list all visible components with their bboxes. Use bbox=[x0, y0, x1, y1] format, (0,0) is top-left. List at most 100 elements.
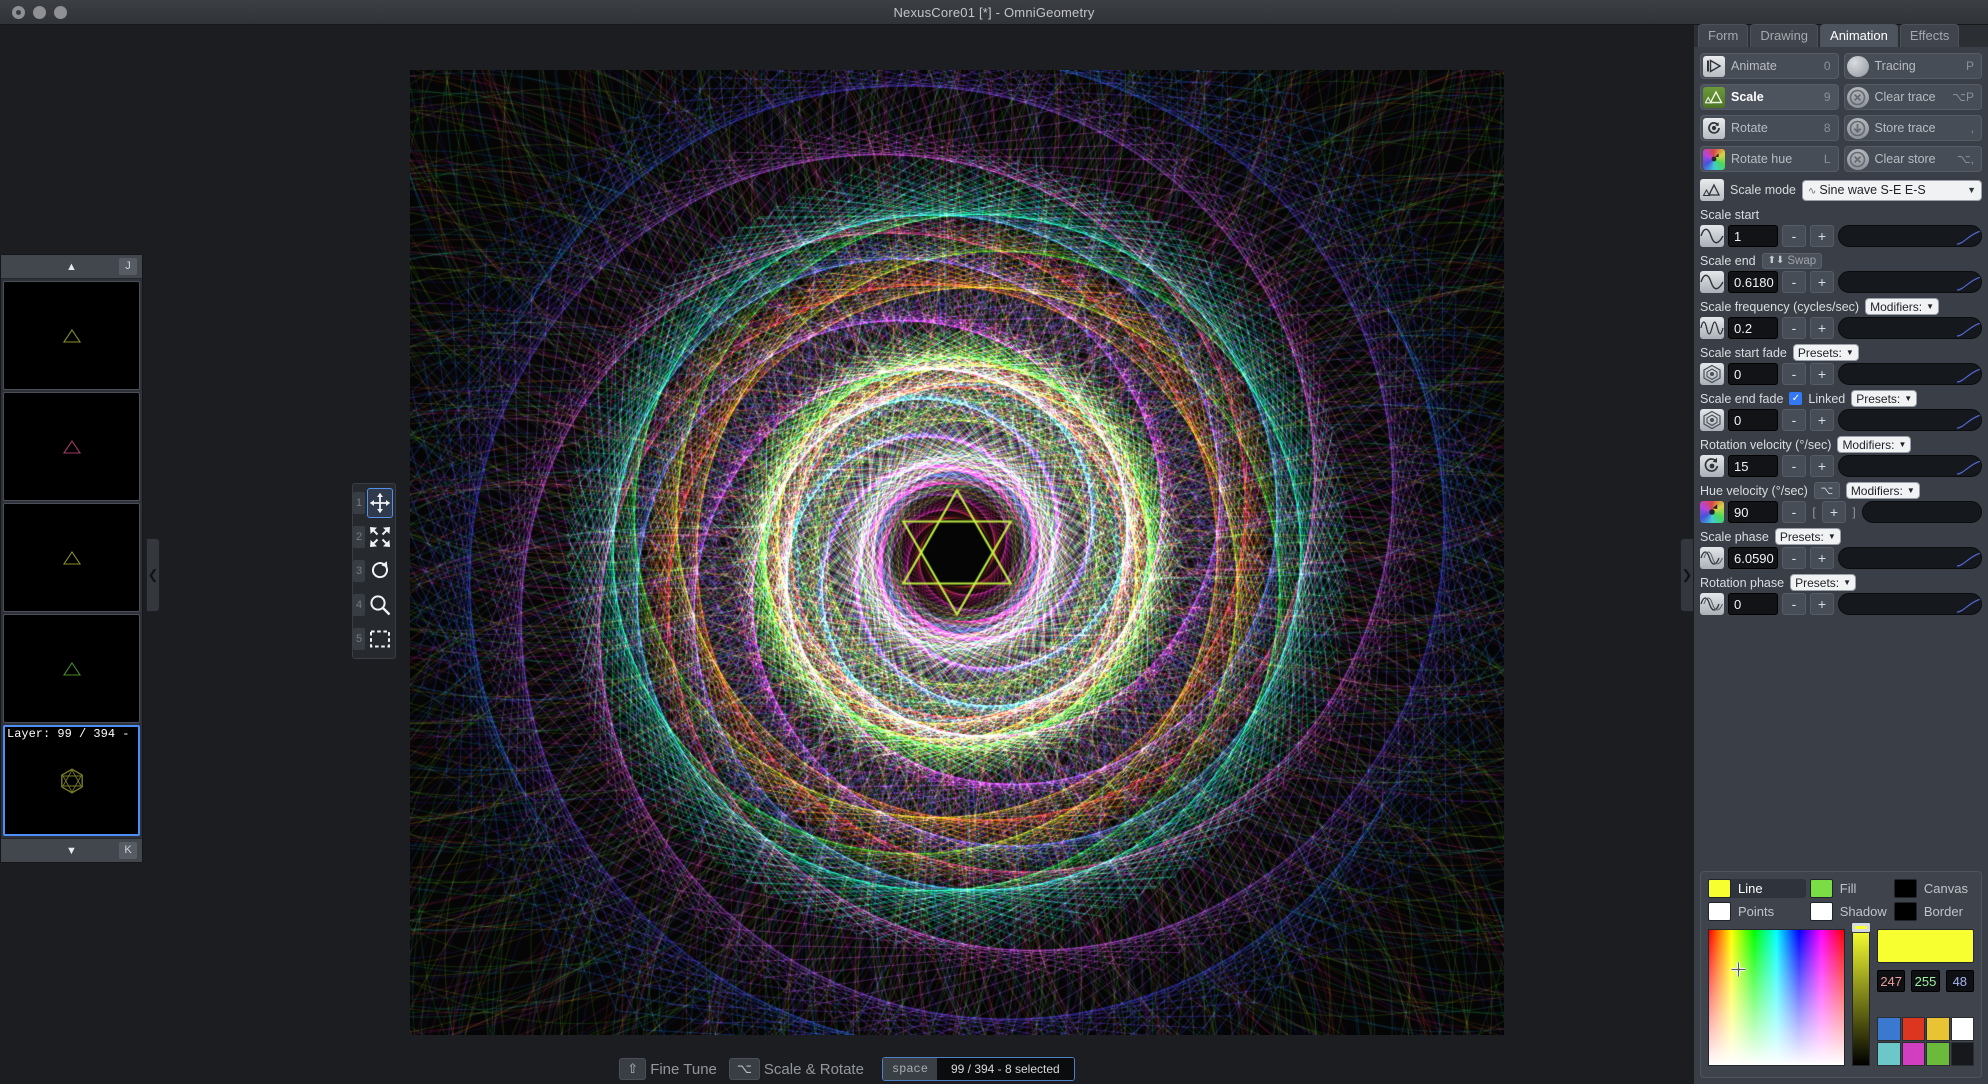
color-target-shadow[interactable]: Shadow bbox=[1809, 902, 1890, 921]
rgb-values[interactable]: 247 255 48 bbox=[1877, 970, 1974, 992]
param-increment-button[interactable]: + bbox=[1810, 593, 1834, 615]
color-preset-8[interactable] bbox=[1950, 1042, 1974, 1066]
param-decrement-button[interactable]: - bbox=[1782, 317, 1806, 339]
color-preset-3[interactable] bbox=[1926, 1017, 1950, 1041]
action-animate[interactable]: Animate 0 bbox=[1700, 53, 1839, 79]
param-decrement-button[interactable]: - bbox=[1782, 409, 1806, 431]
param-dropdown[interactable]: Modifiers: ▼ bbox=[1837, 436, 1912, 453]
color-target-canvas[interactable]: Canvas bbox=[1893, 879, 1974, 898]
action-clear-store[interactable]: Clear store ⌥, bbox=[1843, 146, 1982, 172]
param-increment-button[interactable]: + bbox=[1810, 317, 1834, 339]
color-target-fill[interactable]: Fill bbox=[1809, 879, 1890, 898]
color-section[interactable]: Line Points Fill Shadow Canvas Border 24… bbox=[1700, 871, 1982, 1078]
canvas-area[interactable]: ▲ J Layer: 99 / 394 - (8) ▼ K ❮ 1 2 3 4 5 ⇧ … bbox=[0, 25, 1694, 1084]
param-increment-button[interactable]: + bbox=[1810, 455, 1834, 477]
param-increment-button[interactable]: + bbox=[1810, 225, 1834, 247]
param-curve-graph[interactable] bbox=[1838, 225, 1982, 247]
param-dropdown[interactable]: Modifiers: ▼ bbox=[1865, 298, 1940, 315]
param-curve-graph[interactable] bbox=[1862, 501, 1982, 523]
collapse-right-panel-handle[interactable]: ❯ bbox=[1680, 538, 1694, 612]
param-increment-button[interactable]: + bbox=[1810, 409, 1834, 431]
param-value-field[interactable]: 0 bbox=[1728, 409, 1778, 431]
color-preset-5[interactable] bbox=[1877, 1042, 1901, 1066]
color-presets[interactable] bbox=[1877, 1017, 1974, 1066]
param-increment-button[interactable]: + bbox=[1810, 271, 1834, 293]
param-curve-graph[interactable] bbox=[1838, 271, 1982, 293]
param-value-field[interactable]: 15 bbox=[1728, 455, 1778, 477]
param-decrement-button[interactable]: - bbox=[1782, 501, 1806, 523]
tab-drawing[interactable]: Drawing bbox=[1750, 24, 1819, 47]
param-dropdown[interactable]: Presets: ▼ bbox=[1790, 574, 1857, 591]
zoom-tool[interactable] bbox=[367, 590, 393, 620]
param-curve-graph[interactable] bbox=[1838, 317, 1982, 339]
red-value[interactable]: 247 bbox=[1877, 970, 1906, 992]
parameters-list[interactable]: Scale start 1- + Scale end ⬆⬇ Swap 0.6180- + Sca… bbox=[1700, 206, 1982, 615]
rotate-tool[interactable] bbox=[367, 556, 393, 586]
action-store-trace[interactable]: Store trace, bbox=[1843, 115, 1982, 141]
color-preset-6[interactable] bbox=[1901, 1042, 1925, 1066]
layer-scroll-up-button[interactable]: ▲ J bbox=[1, 255, 142, 279]
param-increment-button[interactable]: + bbox=[1822, 501, 1846, 523]
layer-item[interactable] bbox=[3, 503, 140, 612]
scale-mode-row[interactable]: Scale mode ∿ Sine wave S-E E-S ▼ bbox=[1700, 179, 1982, 201]
layer-item[interactable]: Layer: 99 / 394 - (8) bbox=[3, 725, 140, 836]
param-value-field[interactable]: 0 bbox=[1728, 593, 1778, 615]
swap-button[interactable]: ⬆⬇ Swap bbox=[1761, 252, 1823, 269]
param-value-field[interactable]: 0 bbox=[1728, 363, 1778, 385]
layer-scroll-down-button[interactable]: ▼ K bbox=[1, 838, 142, 862]
color-targets[interactable]: Line Points Fill Shadow Canvas Border bbox=[1708, 879, 1974, 921]
color-preset-4[interactable] bbox=[1950, 1017, 1974, 1041]
linked-checkbox[interactable]: ✓ bbox=[1789, 392, 1803, 405]
param-curve-graph[interactable] bbox=[1838, 363, 1982, 385]
layer-list[interactable]: Layer: 99 / 394 - (8) bbox=[1, 279, 142, 838]
action-rotate[interactable]: Rotate 8 bbox=[1700, 115, 1839, 141]
layer-panel[interactable]: ▲ J Layer: 99 / 394 - (8) ▼ K bbox=[0, 254, 143, 863]
shadow-color-swatch[interactable] bbox=[1809, 902, 1833, 921]
collapse-left-panel-handle[interactable]: ❮ bbox=[146, 538, 160, 612]
color-target-line[interactable]: Line bbox=[1708, 879, 1806, 898]
layer-item[interactable] bbox=[3, 281, 140, 390]
color-preset-1[interactable] bbox=[1877, 1017, 1901, 1041]
param-value-field[interactable]: 90 bbox=[1728, 501, 1778, 523]
param-curve-graph[interactable] bbox=[1838, 547, 1982, 569]
panel-tabs[interactable]: Form Drawing Animation Effects bbox=[1694, 24, 1988, 47]
param-decrement-button[interactable]: - bbox=[1782, 271, 1806, 293]
action-clear-trace[interactable]: Clear trace ⌥P bbox=[1843, 84, 1982, 110]
param-value-field[interactable]: 6.0590 bbox=[1728, 547, 1778, 569]
param-decrement-button[interactable]: - bbox=[1782, 547, 1806, 569]
param-curve-graph[interactable] bbox=[1838, 409, 1982, 431]
action-tracing[interactable]: Tracing P bbox=[1843, 53, 1982, 79]
param-curve-graph[interactable] bbox=[1838, 593, 1982, 615]
layer-item[interactable] bbox=[3, 614, 140, 723]
tab-effects[interactable]: Effects bbox=[1899, 24, 1960, 47]
border-color-swatch[interactable] bbox=[1893, 902, 1917, 921]
tab-form[interactable]: Form bbox=[1698, 24, 1749, 47]
scale-tool[interactable] bbox=[367, 522, 393, 552]
param-increment-button[interactable]: + bbox=[1810, 363, 1834, 385]
param-decrement-button[interactable]: - bbox=[1782, 363, 1806, 385]
param-decrement-button[interactable]: - bbox=[1782, 593, 1806, 615]
artboard[interactable] bbox=[410, 70, 1504, 1035]
saturation-value-field[interactable] bbox=[1708, 929, 1845, 1066]
param-dropdown[interactable]: Presets: ▼ bbox=[1774, 528, 1841, 545]
line-color-swatch[interactable] bbox=[1708, 879, 1731, 898]
param-decrement-button[interactable]: - bbox=[1782, 455, 1806, 477]
tab-animation[interactable]: Animation bbox=[1820, 24, 1898, 47]
color-preset-2[interactable] bbox=[1901, 1017, 1925, 1041]
points-color-swatch[interactable] bbox=[1708, 902, 1731, 921]
param-value-field[interactable]: 0.2 bbox=[1728, 317, 1778, 339]
param-dropdown[interactable]: Presets: ▼ bbox=[1792, 344, 1859, 361]
animation-actions-grid[interactable]: Animate 0 Tracing P Scale 9 Clear trace ⌥P Rotat… bbox=[1700, 53, 1982, 172]
tool-palette[interactable]: 1 2 3 4 5 bbox=[352, 483, 396, 659]
color-target-points[interactable]: Points bbox=[1708, 902, 1806, 921]
param-dropdown[interactable]: Presets: ▼ bbox=[1851, 390, 1918, 407]
param-increment-button[interactable]: + bbox=[1810, 547, 1834, 569]
blue-value[interactable]: 48 bbox=[1945, 970, 1974, 992]
value-slider-knob[interactable] bbox=[1851, 922, 1871, 933]
color-picker[interactable]: 247 255 48 bbox=[1708, 922, 1974, 1066]
mandala-artwork[interactable] bbox=[410, 70, 1504, 1035]
marquee-select-tool[interactable] bbox=[367, 624, 393, 654]
value-slider[interactable] bbox=[1851, 922, 1871, 1066]
param-dropdown[interactable]: Modifiers: ▼ bbox=[1845, 482, 1920, 499]
canvas-color-swatch[interactable] bbox=[1893, 879, 1917, 898]
